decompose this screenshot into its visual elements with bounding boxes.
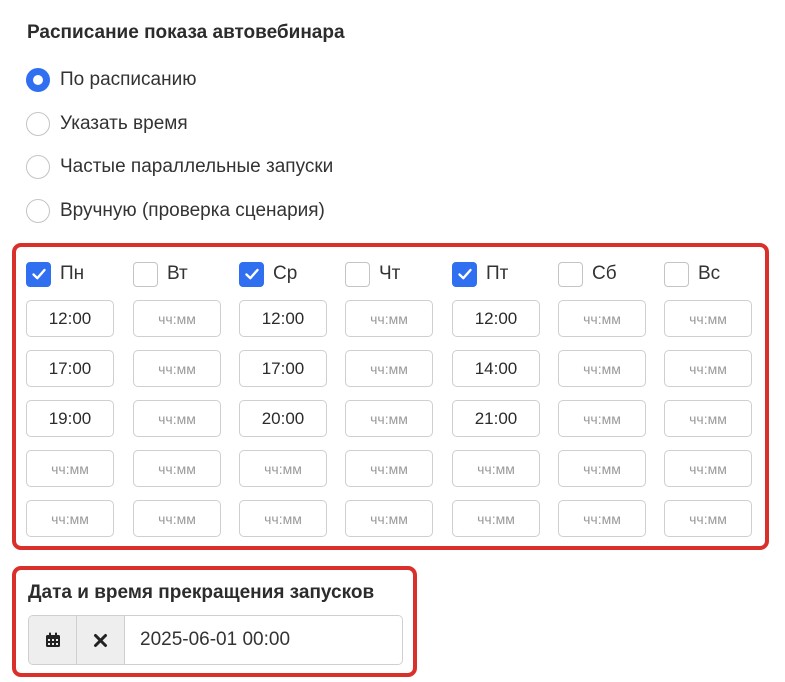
clear-date-button[interactable] (77, 616, 125, 664)
autowebinar-schedule-form: Расписание показа автовебинара По распис… (0, 0, 785, 682)
day-toggle-wed[interactable]: Ср (239, 261, 297, 287)
calendar-icon (45, 632, 60, 647)
close-icon (94, 633, 107, 647)
time-input[interactable] (26, 400, 114, 437)
time-input[interactable] (558, 400, 646, 437)
radio-by-schedule[interactable]: По расписанию (26, 67, 196, 93)
time-input[interactable] (239, 450, 327, 487)
time-input[interactable] (664, 400, 752, 437)
time-input[interactable] (664, 300, 752, 337)
time-input[interactable] (26, 300, 114, 337)
day-checkbox[interactable] (345, 261, 370, 287)
time-input[interactable] (133, 350, 221, 387)
time-input[interactable] (239, 300, 327, 337)
time-input[interactable] (345, 500, 433, 537)
time-input[interactable] (133, 450, 221, 487)
day-checkbox[interactable] (239, 261, 264, 287)
day-label: Ср (273, 263, 298, 284)
radio-frequent-parallel[interactable]: Частые параллельные запуски (26, 154, 333, 180)
radio-specify-time[interactable]: Указать время (26, 111, 188, 137)
time-input[interactable] (664, 500, 752, 537)
day-toggle-mon[interactable]: Пн (26, 261, 84, 287)
time-input[interactable] (452, 350, 540, 387)
time-input[interactable] (452, 300, 540, 337)
radio-manual[interactable]: Вручную (проверка сценария) (26, 198, 325, 224)
day-label: Пт (486, 263, 509, 284)
time-input[interactable] (558, 350, 646, 387)
checkmark-icon (457, 268, 472, 280)
time-input[interactable] (239, 400, 327, 437)
time-input[interactable] (239, 500, 327, 537)
day-checkbox[interactable] (26, 261, 51, 287)
day-label: Чт (379, 263, 401, 284)
day-checkbox[interactable] (558, 261, 583, 287)
stop-datetime-input[interactable] (125, 616, 402, 664)
time-input[interactable] (345, 450, 433, 487)
time-input[interactable] (664, 450, 752, 487)
checkmark-icon (31, 268, 46, 280)
checkmark-icon (244, 268, 259, 280)
day-label: Сб (592, 263, 617, 284)
time-input[interactable] (452, 500, 540, 537)
schedule-section-title: Расписание показа автовебинара (27, 22, 345, 43)
time-input[interactable] (558, 450, 646, 487)
time-input[interactable] (345, 300, 433, 337)
day-checkbox[interactable] (452, 261, 477, 287)
radio-button[interactable] (26, 199, 50, 223)
day-toggle-thu[interactable]: Чт (345, 261, 400, 287)
weekly-schedule-grid: Пн Вт Ср Чт Пт Сб Вс (12, 243, 769, 550)
stop-datetime-section: Дата и время прекращения запусков (12, 566, 417, 677)
time-input[interactable] (133, 300, 221, 337)
day-label: Вт (167, 263, 188, 284)
time-input[interactable] (26, 500, 114, 537)
time-input[interactable] (133, 500, 221, 537)
radio-label: Частые параллельные запуски (60, 156, 334, 177)
day-label: Пн (60, 263, 85, 284)
day-label: Вс (698, 263, 721, 284)
day-checkbox[interactable] (664, 261, 689, 287)
radio-label: Вручную (проверка сценария) (60, 200, 325, 221)
day-toggle-sat[interactable]: Сб (558, 261, 617, 287)
time-input[interactable] (26, 350, 114, 387)
time-input[interactable] (345, 350, 433, 387)
time-input[interactable] (26, 450, 114, 487)
stop-section-title: Дата и время прекращения запусков (28, 582, 375, 603)
day-toggle-sun[interactable]: Вс (664, 261, 720, 287)
time-input[interactable] (345, 400, 433, 437)
day-toggle-tue[interactable]: Вт (133, 261, 188, 287)
stop-datetime-picker (28, 615, 403, 665)
time-input[interactable] (133, 400, 221, 437)
time-input[interactable] (239, 350, 327, 387)
time-input[interactable] (452, 400, 540, 437)
time-input[interactable] (558, 500, 646, 537)
calendar-button[interactable] (29, 616, 77, 664)
radio-label: По расписанию (60, 69, 197, 90)
day-toggle-fri[interactable]: Пт (452, 261, 508, 287)
radio-button[interactable] (26, 112, 50, 136)
radio-button[interactable] (26, 68, 50, 92)
time-input[interactable] (664, 350, 752, 387)
day-checkbox[interactable] (133, 261, 158, 287)
radio-label: Указать время (60, 113, 188, 134)
radio-button[interactable] (26, 155, 50, 179)
time-input[interactable] (558, 300, 646, 337)
time-input[interactable] (452, 450, 540, 487)
